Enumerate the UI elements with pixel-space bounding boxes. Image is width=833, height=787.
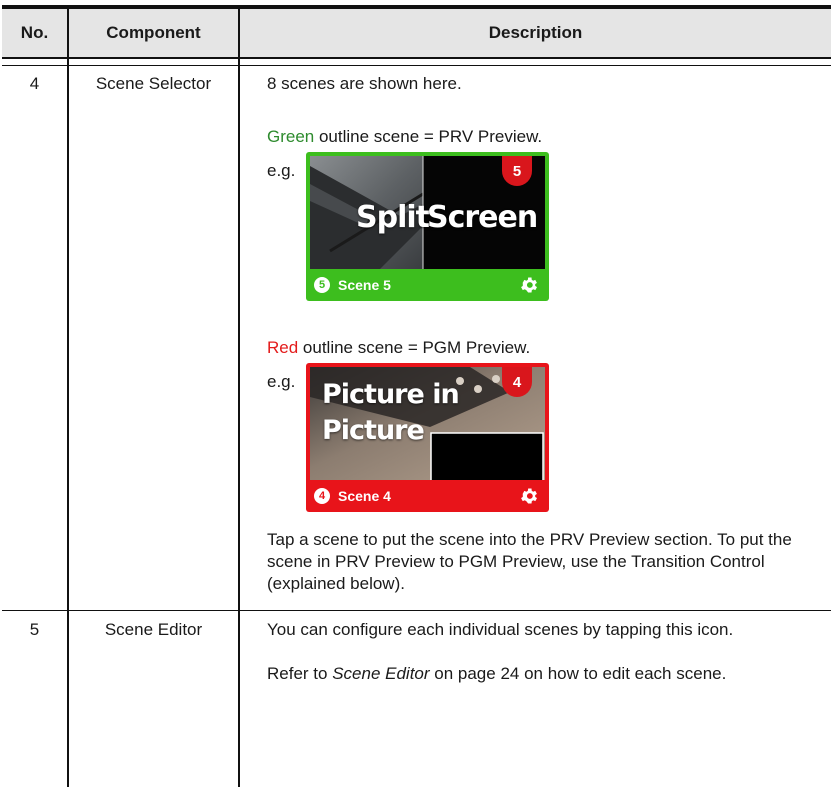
overlay-split: Split	[356, 200, 430, 235]
eg-label-2: e.g.	[267, 372, 296, 391]
header-second-rule	[2, 65, 831, 66]
scene-5-image: Split Screen 5	[310, 156, 545, 269]
row-4-tap-text: Tap a scene to put the scene into the PR…	[267, 530, 792, 593]
scene-5-label-bar: 5 Scene 5	[306, 269, 549, 301]
header-component: Component	[106, 23, 201, 42]
scene-number-badge: 4	[502, 367, 532, 397]
gear-icon[interactable]	[519, 275, 539, 295]
row-4-intro: 8 scenes are shown here.	[267, 74, 462, 93]
scene-4-number-icon: 4	[314, 488, 330, 504]
red-word: Red	[267, 338, 299, 357]
row-5-component: Scene Editor	[104, 620, 203, 639]
refer-italic: Scene Editor	[332, 664, 430, 683]
row-5-description: You can configure each individual scenes…	[267, 620, 734, 639]
row-5-no: 5	[29, 620, 40, 639]
scene-5-thumbnail: Split Screen 5 5 Scene 5	[306, 152, 549, 301]
refer-post: on page 24 on how to edit each scene.	[429, 664, 727, 683]
header-bottom-rule	[2, 57, 831, 59]
header-description: Description	[488, 23, 583, 42]
scene-4-label: Scene 4	[338, 488, 391, 504]
green-rest: outline scene = PRV Preview.	[314, 127, 543, 146]
component-table: No. Component Description 4 Scene Select…	[2, 5, 831, 787]
green-outline-line: Green outline scene = PRV Preview.	[267, 126, 807, 148]
eg-label-1: e.g.	[267, 161, 296, 180]
row-divider	[2, 610, 831, 611]
green-word: Green	[267, 127, 315, 146]
scene-5-label: Scene 5	[338, 277, 391, 293]
header-no: No.	[20, 23, 49, 42]
row-5-refer: Refer to Scene Editor on page 24 on how …	[267, 663, 787, 685]
column-divider-1	[67, 9, 69, 787]
red-outline-line: Red outline scene = PGM Preview.	[267, 337, 807, 359]
gear-icon[interactable]	[519, 486, 539, 506]
row-4-component: Scene Selector	[95, 74, 212, 93]
overlay-picture-in: Picture in	[322, 379, 460, 410]
scene-4-image: Picture in Picture 4	[310, 367, 545, 480]
red-rest: outline scene = PGM Preview.	[298, 338, 531, 357]
scene-4-thumbnail: Picture in Picture 4 4 Scene 4	[306, 363, 549, 512]
overlay-screen: Screen	[427, 200, 538, 235]
column-divider-2	[238, 9, 240, 787]
overlay-picture: Picture	[322, 415, 425, 446]
scene-4-label-bar: 4 Scene 4	[306, 480, 549, 512]
scene-5-number-icon: 5	[314, 277, 330, 293]
scene-number-badge: 5	[502, 156, 532, 186]
refer-pre: Refer to	[267, 664, 333, 683]
row-4-no: 4	[29, 74, 40, 93]
